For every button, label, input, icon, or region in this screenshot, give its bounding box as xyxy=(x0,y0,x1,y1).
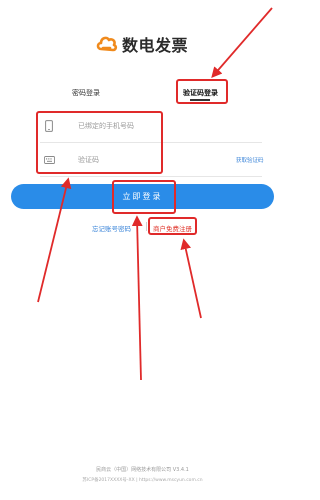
cloud-logo-icon xyxy=(96,36,118,52)
arrow-to-tab xyxy=(211,7,273,79)
annotation-box-fields xyxy=(36,111,163,174)
annotation-box-login xyxy=(112,180,176,214)
arrow-to-login xyxy=(131,215,143,381)
app-title: 数电发票 xyxy=(122,36,189,55)
annotation-box-register xyxy=(148,217,197,235)
footer-company: 民商云（中国）网络技术有限公司 V3.4.1 xyxy=(96,467,189,473)
annotation-box-tab xyxy=(176,79,228,104)
get-code-button[interactable]: 获取验证码 xyxy=(236,156,264,164)
footer-icp: 苏ICP备2017XXXX号-XX | https://www.mscyun.c… xyxy=(82,478,203,483)
code-divider xyxy=(40,176,262,177)
app-logo: 数电发票 xyxy=(96,33,188,55)
tab-password-login[interactable]: 密码登录 xyxy=(72,88,100,98)
annotation-arrows xyxy=(37,7,273,381)
arrow-to-register xyxy=(180,238,202,319)
forgot-password-link[interactable]: 忘记账号密码 xyxy=(92,223,131,233)
link-separator xyxy=(146,222,147,231)
